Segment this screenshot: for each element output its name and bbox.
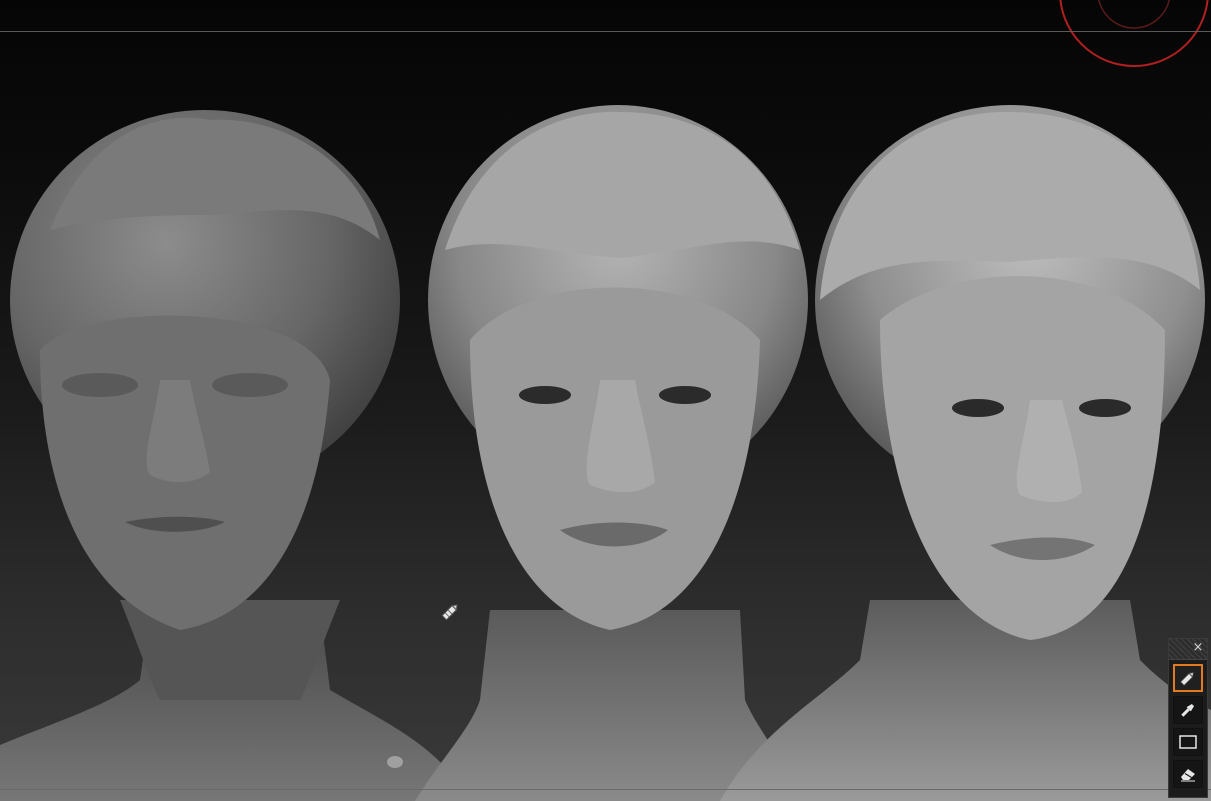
pencil-tool-button[interactable] [1173, 664, 1203, 692]
pencil-cursor-icon [438, 600, 462, 624]
canvas-top-border [0, 31, 1211, 32]
eraser-icon [1181, 769, 1195, 782]
brush-icon [1181, 703, 1195, 717]
pencil-icon [1180, 671, 1195, 686]
sculpt-viewport[interactable]: × [0, 0, 1211, 801]
close-icon[interactable]: × [1191, 640, 1205, 656]
sculpt-canvas[interactable] [0, 0, 1211, 801]
bust-right[interactable] [720, 105, 1211, 801]
brush-tool-button[interactable] [1173, 696, 1203, 724]
specular-dot [387, 756, 403, 768]
rectangle-tool-button[interactable] [1173, 728, 1203, 756]
eraser-tool-button[interactable] [1173, 760, 1203, 788]
brush-radius-circle [1059, 0, 1209, 67]
bust-left[interactable] [0, 110, 470, 801]
annotation-tool-palette: × [1168, 638, 1208, 798]
bust-middle[interactable] [415, 105, 808, 801]
rectangle-icon [1179, 735, 1197, 749]
canvas-bottom-border [0, 789, 1211, 790]
palette-drag-handle[interactable]: × [1169, 639, 1207, 660]
